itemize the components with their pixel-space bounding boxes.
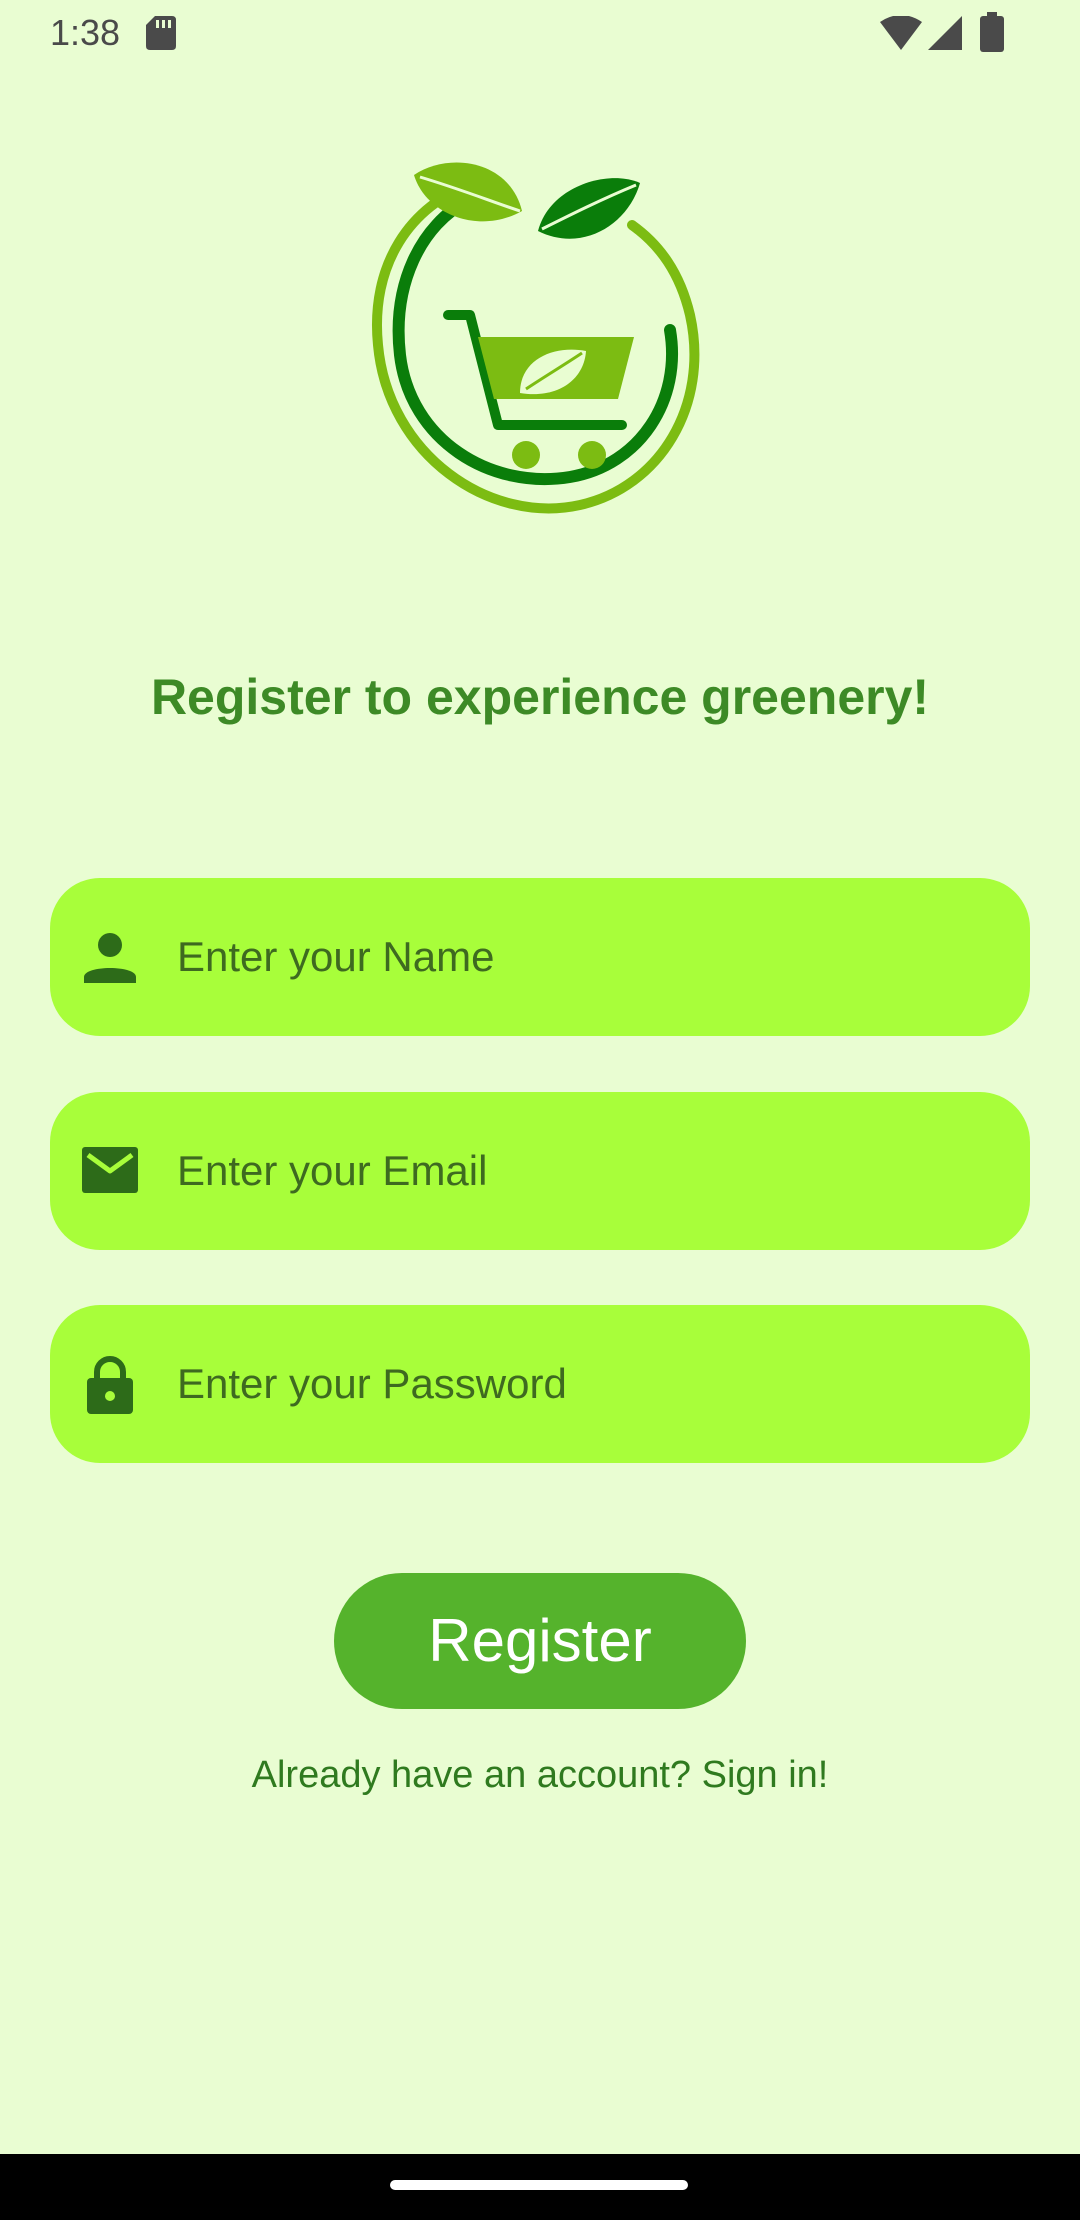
email-placeholder: Enter your Email (177, 1147, 488, 1194)
sign-in-link[interactable]: Already have an account? Sign in! (0, 1754, 1080, 1797)
status-time: 1:38 (50, 12, 121, 53)
password-field[interactable]: Enter your Password (50, 1305, 1030, 1463)
grocery-cart-leaf-logo (372, 162, 700, 514)
name-field[interactable]: Enter your Name (50, 878, 1030, 1036)
home-indicator[interactable] (390, 2180, 688, 2190)
lock-icon (87, 1356, 133, 1414)
battery-icon (980, 12, 1004, 52)
status-bar: 1:38 (0, 0, 1080, 66)
mail-icon (82, 1147, 138, 1193)
page-title: Register to experience greenery! (150, 669, 930, 725)
email-field[interactable]: Enter your Email (50, 1092, 1030, 1250)
cell-signal-icon (928, 16, 962, 50)
register-button[interactable]: Register (334, 1573, 746, 1709)
name-placeholder: Enter your Name (177, 933, 495, 980)
password-placeholder: Enter your Password (177, 1360, 567, 1407)
sd-card-icon (146, 16, 176, 50)
wifi-icon (880, 16, 922, 50)
navigation-bar (0, 2154, 1080, 2220)
person-icon (84, 933, 136, 983)
